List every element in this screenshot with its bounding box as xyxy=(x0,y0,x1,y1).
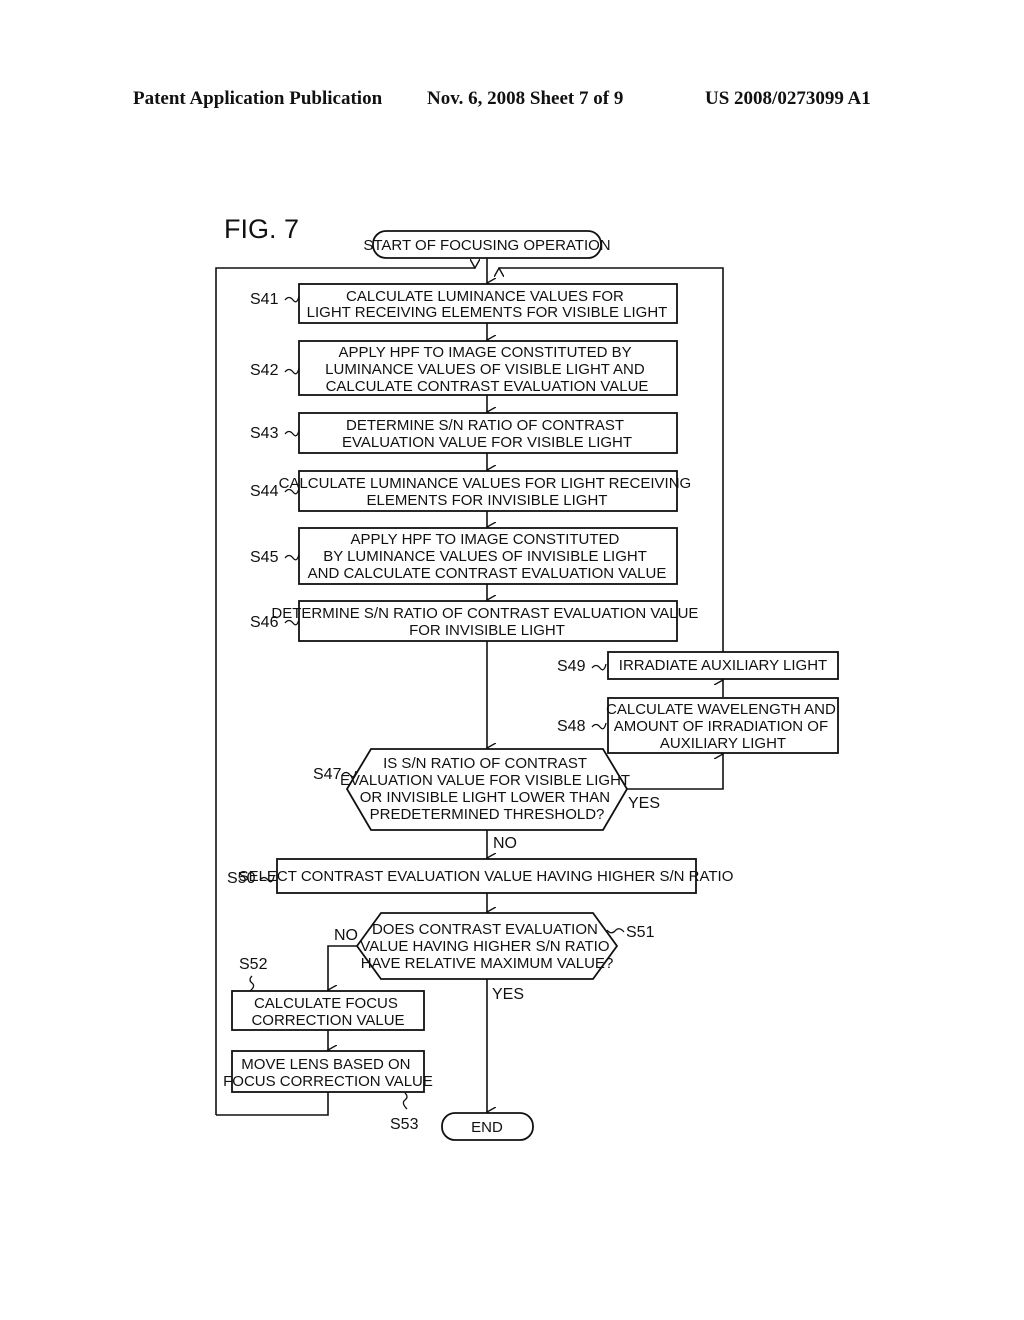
step-s53-text: MOVE LENS BASED ON FOCUS CORRECTION VALU… xyxy=(223,1056,433,1090)
step-s48-label: S48 xyxy=(557,718,586,735)
step-s46-label: S46 xyxy=(250,614,279,631)
leader-squiggle xyxy=(606,928,625,934)
step-s43-text: DETERMINE S/N RATIO OF CONTRAST EVALUATI… xyxy=(342,417,632,451)
step-s41-text: CALCULATE LUMINANCE VALUES FOR LIGHT REC… xyxy=(307,288,668,321)
leader-squiggle xyxy=(402,1092,408,1110)
end-terminal: END xyxy=(441,1112,534,1141)
start-terminal: START OF FOCUSING OPERATION xyxy=(363,230,611,259)
s47-no-label: NO xyxy=(493,835,517,852)
decision-s51-text: DOES CONTRAST EVALUATION VALUE HAVING HI… xyxy=(360,921,613,972)
step-s45-label: S45 xyxy=(250,549,279,566)
step-s53-label: S53 xyxy=(390,1116,419,1133)
step-s41: CALCULATE LUMINANCE VALUES FOR LIGHT REC… xyxy=(250,283,678,324)
step-s47-label: S47 xyxy=(313,766,342,783)
leader-squiggle xyxy=(284,553,300,561)
arrow-s47-yes-s48 xyxy=(627,754,723,790)
step-s50: SELECT CONTRAST EVALUATION VALUE HAVING … xyxy=(227,858,734,894)
step-s42-label: S42 xyxy=(250,362,279,379)
leader-squiggle xyxy=(284,367,300,375)
step-s44-label: S44 xyxy=(250,483,279,500)
step-s52-text: CALCULATE FOCUS CORRECTION VALUE xyxy=(251,995,404,1029)
step-s49-label: S49 xyxy=(557,658,586,675)
s51-yes-label: YES xyxy=(492,986,524,1003)
step-s43: DETERMINE S/N RATIO OF CONTRAST EVALUATI… xyxy=(250,412,678,454)
step-s46: DETERMINE S/N RATIO OF CONTRAST EVALUATI… xyxy=(250,600,698,642)
flowchart: FIG. 7 START OF FOCUSING OPERATION CALCU… xyxy=(215,214,839,1141)
step-s45: APPLY HPF TO IMAGE CONSTITUTED BY LUMINA… xyxy=(250,527,678,585)
decision-s47-text: IS S/N RATIO OF CONTRAST EVALUATION VALU… xyxy=(340,755,634,823)
step-s52-label: S52 xyxy=(239,956,268,973)
step-s43-label: S43 xyxy=(250,425,279,442)
step-s42-text: APPLY HPF TO IMAGE CONSTITUTED BY LUMINA… xyxy=(325,344,649,395)
arrow-s51-no-s52 xyxy=(328,945,357,990)
step-s50-label: S50 xyxy=(227,870,256,887)
leader-squiggle xyxy=(591,722,607,730)
step-s51-label: S51 xyxy=(626,924,655,941)
step-s41-label: S41 xyxy=(250,291,279,308)
step-s44: CALCULATE LUMINANCE VALUES FOR LIGHT REC… xyxy=(250,470,691,512)
loop-back-line-right xyxy=(499,268,724,652)
step-s42: APPLY HPF TO IMAGE CONSTITUTED BY LUMINA… xyxy=(250,340,678,396)
s47-yes-label: YES xyxy=(628,795,660,812)
step-s45-text: APPLY HPF TO IMAGE CONSTITUTED BY LUMINA… xyxy=(308,531,667,582)
step-s49-text: IRRADIATE AUXILIARY LIGHT xyxy=(619,657,827,674)
leader-squiggle xyxy=(249,975,255,992)
leader-squiggle xyxy=(284,295,300,303)
step-s53: MOVE LENS BASED ON FOCUS CORRECTION VALU… xyxy=(223,1050,433,1133)
decision-s51: DOES CONTRAST EVALUATION VALUE HAVING HI… xyxy=(334,912,655,1003)
step-s50-text: SELECT CONTRAST EVALUATION VALUE HAVING … xyxy=(239,868,734,885)
step-s48: CALCULATE WAVELENGTH AND AMOUNT OF IRRAD… xyxy=(557,697,839,754)
s51-no-label: NO xyxy=(334,927,358,944)
leader-squiggle xyxy=(591,663,607,671)
loop-back-s53 xyxy=(216,1092,329,1116)
start-text: START OF FOCUSING OPERATION xyxy=(363,237,610,254)
step-s49: IRRADIATE AUXILIARY LIGHT S49 xyxy=(557,651,839,680)
end-text: END xyxy=(471,1119,503,1136)
figure-title: FIG. 7 xyxy=(224,214,299,244)
leader-squiggle xyxy=(284,429,300,437)
